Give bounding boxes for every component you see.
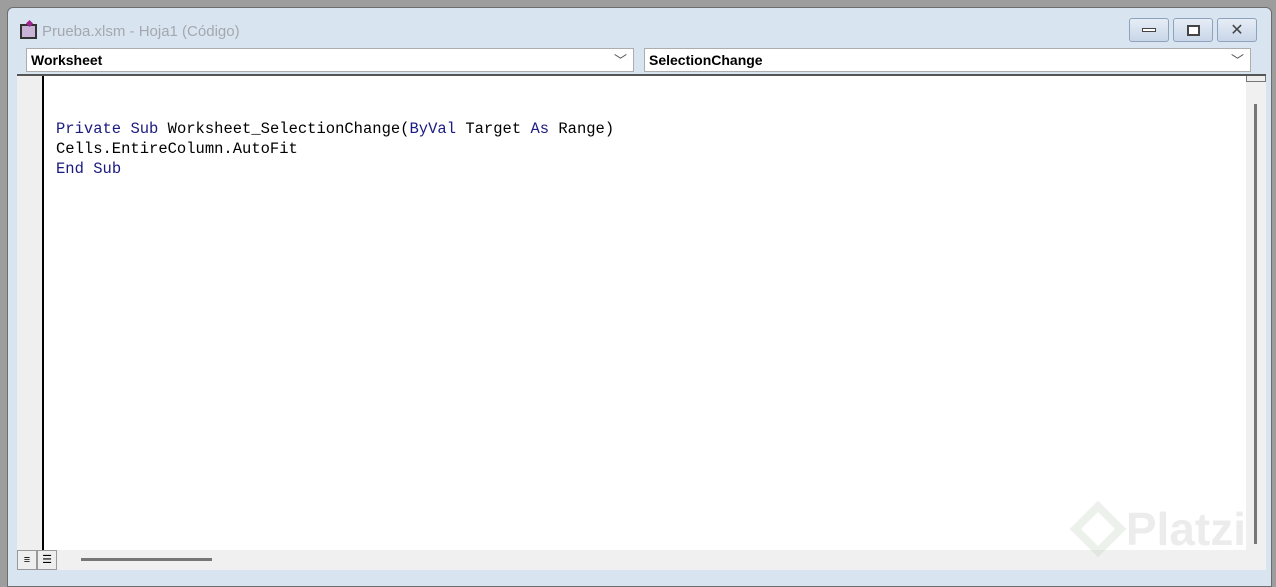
chevron-down-icon: ﹀	[1230, 53, 1244, 68]
vba-module-icon	[20, 23, 37, 39]
minimize-icon	[1142, 28, 1156, 32]
split-bar[interactable]	[1246, 76, 1266, 82]
object-dropdown-value: Worksheet	[31, 52, 103, 68]
maximize-icon	[1186, 24, 1200, 36]
keyword: Private	[56, 120, 122, 138]
horizontal-scroll-thumb[interactable]	[81, 558, 212, 561]
code-text: Worksheet_SelectionChange(	[158, 120, 410, 138]
procedure-dropdown-value: SelectionChange	[649, 52, 763, 68]
keyword: Sub	[93, 160, 122, 178]
window-title: Prueba.xlsm - Hoja1 (Código)	[42, 22, 240, 40]
code-window: Prueba.xlsm - Hoja1 (Código) ✕ Worksheet…	[7, 7, 1272, 587]
full-module-view-icon: ☰	[42, 554, 52, 566]
full-module-view-button[interactable]: ☰	[37, 550, 57, 570]
code-line: Cells.EntireColumn.AutoFit	[56, 140, 298, 158]
code-lines[interactable]: Private Sub Worksheet_SelectionChange(By…	[56, 119, 614, 179]
chevron-down-icon: ﹀	[613, 53, 627, 68]
keyword: As	[530, 120, 550, 138]
close-button[interactable]: ✕	[1217, 18, 1257, 42]
code-editor[interactable]: Private Sub Worksheet_SelectionChange(By…	[17, 74, 1266, 570]
keyword: ByVal	[409, 120, 457, 138]
procedure-dropdown[interactable]: SelectionChange ﹀	[644, 48, 1251, 72]
keyword: Sub	[130, 120, 159, 138]
margin-indicator-bar	[17, 76, 44, 552]
procedure-view-icon: ≡	[23, 554, 31, 566]
minimize-button[interactable]	[1129, 18, 1169, 42]
title-bar: Prueba.xlsm - Hoja1 (Código)	[20, 21, 240, 41]
vertical-scroll-thumb[interactable]	[1254, 104, 1257, 544]
code-text: Range)	[549, 120, 615, 138]
code-line: Private Sub Worksheet_SelectionChange(By…	[56, 119, 614, 139]
close-icon: ✕	[1230, 22, 1244, 39]
code-line: End Sub	[56, 159, 614, 179]
maximize-button[interactable]	[1173, 18, 1213, 42]
vertical-scrollbar[interactable]	[1246, 76, 1266, 552]
platzi-logo-icon	[1069, 500, 1127, 558]
watermark-text: Platzi	[1125, 503, 1246, 555]
code-text: Target	[456, 120, 531, 138]
object-dropdown[interactable]: Worksheet ﹀	[26, 48, 634, 72]
procedure-view-button[interactable]: ≡	[17, 550, 37, 570]
platzi-watermark: Platzi	[1069, 500, 1246, 558]
keyword: End	[56, 160, 84, 178]
